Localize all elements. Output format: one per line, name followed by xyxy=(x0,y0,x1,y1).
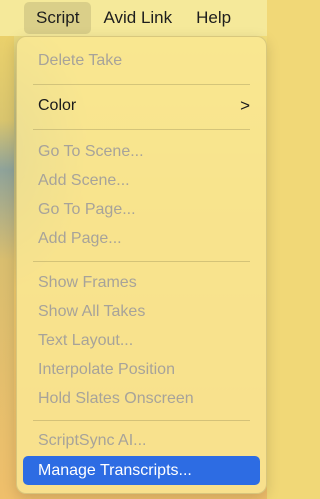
menu-item-go-to-page: Go To Page... xyxy=(38,201,136,218)
menu-item-manage-transcripts[interactable]: Manage Transcripts... xyxy=(23,456,260,485)
menu-item-scriptsync-ai: ScriptSync AI... xyxy=(38,432,147,449)
menu-item-show-frames: Show Frames xyxy=(38,274,137,291)
menu-bar: Script Avid Link Help xyxy=(0,0,267,36)
menu-separator xyxy=(33,84,250,85)
menu-item-text-layout: Text Layout... xyxy=(38,332,134,349)
menu-separator xyxy=(33,261,250,262)
menubar-item-help[interactable]: Help xyxy=(184,2,243,34)
menu-item-go-to-scene: Go To Scene... xyxy=(38,143,144,160)
menu-separator xyxy=(33,129,250,130)
menu-item-add-page: Add Page... xyxy=(38,230,122,247)
menu-item-hold-slates-onscreen: Hold Slates Onscreen xyxy=(38,390,194,407)
script-dropdown-menu: Delete Take Color > Go To Scene... Add S… xyxy=(16,36,267,494)
menu-item-color[interactable]: Color > xyxy=(23,91,260,120)
menubar-item-avid-link[interactable]: Avid Link xyxy=(91,2,184,34)
menu-item-color-label: Color xyxy=(38,97,77,114)
menu-item-interpolate-position: Interpolate Position xyxy=(38,361,175,378)
menubar-item-script[interactable]: Script xyxy=(24,2,92,34)
chevron-right-icon: > xyxy=(240,96,250,115)
menu-item-delete-take: Delete Take xyxy=(38,52,123,69)
menu-item-show-all-takes: Show All Takes xyxy=(38,303,146,320)
menu-separator xyxy=(33,420,250,421)
menu-item-add-scene: Add Scene... xyxy=(38,172,130,189)
